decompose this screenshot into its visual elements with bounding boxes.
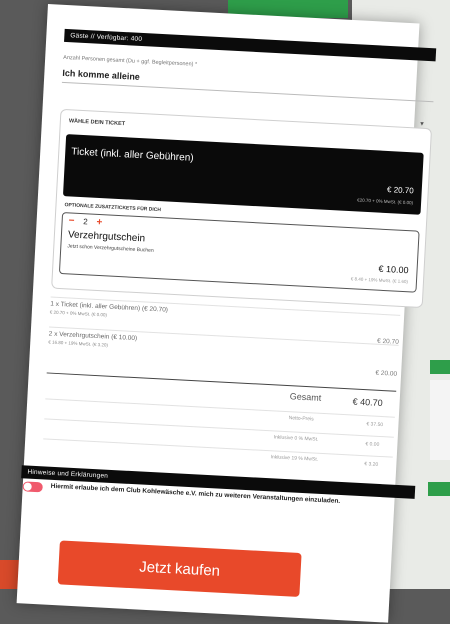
breakdown-vat19-value: € 3.20 bbox=[364, 461, 379, 468]
ticket-option[interactable]: Ticket (inkl. aller Gebühren) € 20.70 €2… bbox=[62, 134, 424, 215]
total-value: € 40.70 bbox=[352, 396, 383, 409]
breakdown-vat0-value: € 0.00 bbox=[365, 441, 380, 448]
total-label: Gesamt bbox=[289, 391, 322, 403]
breakdown-net-value: € 37.50 bbox=[366, 421, 384, 429]
background-card bbox=[430, 380, 450, 460]
background-green-strip bbox=[430, 360, 450, 374]
guests-header: Gäste // Verfügbar: 400 bbox=[64, 28, 437, 62]
extra-subtitle: Jetzt schon Verzehrgutscheine Buchen bbox=[67, 243, 154, 254]
total-divider bbox=[46, 372, 397, 392]
checkout-sheet: Gäste // Verfügbar: 400 Anzahl Personen … bbox=[16, 4, 437, 623]
breakdown-net-label: Netto-Preis bbox=[288, 415, 314, 423]
persons-value: Ich komme alleine bbox=[62, 67, 141, 82]
breakdown-divider-1 bbox=[45, 398, 395, 418]
consent-toggle[interactable] bbox=[22, 481, 43, 493]
minus-button[interactable]: − bbox=[68, 215, 74, 226]
toggle-knob bbox=[23, 482, 32, 491]
extra-ticket-card: − 2 + Verzehrgutschein Jetzt schon Verze… bbox=[58, 212, 420, 293]
quantity-value: 2 bbox=[83, 217, 88, 227]
extra-tax-note: € 8.40 + 19% MwSt. (€ 1.60) bbox=[350, 276, 409, 285]
breakdown-divider-3 bbox=[43, 438, 393, 458]
ticket-tax-note: €20.70 + 0% MwSt. (€ 0.00) bbox=[357, 197, 414, 206]
chevron-down-icon[interactable]: ▾ bbox=[420, 120, 424, 128]
extras-heading: OPTIONALE ZUSATZTICKETS FÜR DICH bbox=[64, 202, 162, 214]
quantity-stepper: − 2 + bbox=[68, 215, 102, 228]
summary-line-2-amount: € 20.00 bbox=[375, 369, 398, 378]
extra-name: Verzehrgutschein bbox=[67, 229, 146, 245]
plus-button[interactable]: + bbox=[96, 217, 102, 228]
ticket-section-heading: WÄHLE DEIN TICKET bbox=[68, 118, 126, 128]
ticket-price: € 20.70 bbox=[386, 185, 414, 196]
extra-price: € 10.00 bbox=[378, 263, 409, 276]
buy-button[interactable]: Jetzt kaufen bbox=[57, 540, 302, 597]
ticket-name: Ticket (inkl. aller Gebühren) bbox=[71, 146, 194, 164]
breakdown-vat0-label: Inklusive 0 % MwSt. bbox=[273, 434, 319, 443]
persons-select[interactable]: Ich komme alleine bbox=[61, 62, 435, 103]
ticket-section: WÄHLE DEIN TICKET Ticket (inkl. aller Ge… bbox=[51, 108, 433, 309]
breakdown-divider-2 bbox=[44, 418, 394, 438]
background-green-strip-2 bbox=[428, 482, 450, 496]
breakdown-vat19-label: Inklusive 19 % MwSt. bbox=[270, 454, 319, 463]
